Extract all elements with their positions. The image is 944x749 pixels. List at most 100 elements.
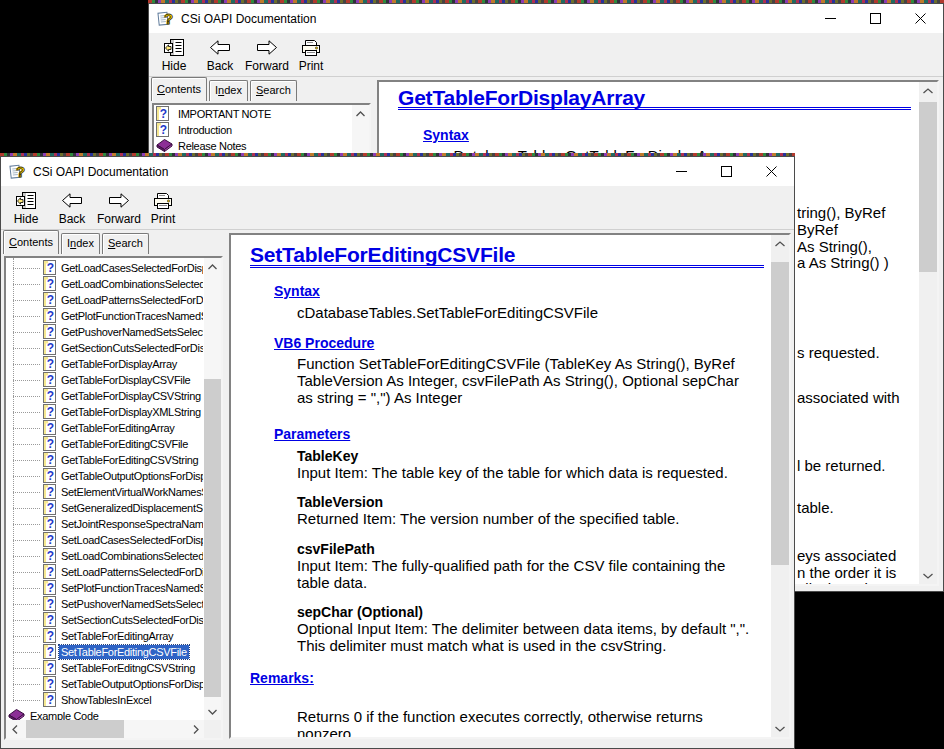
svg-text:?: ? bbox=[47, 693, 54, 707]
tree-vertical-scrollbar[interactable] bbox=[204, 258, 221, 720]
forward-button[interactable]: Forward bbox=[95, 186, 143, 229]
close-button[interactable] bbox=[898, 4, 943, 33]
scroll-up-icon[interactable] bbox=[204, 258, 221, 275]
back-button[interactable]: Back bbox=[49, 186, 95, 229]
tree-item[interactable]: ?SetTableForEditngCSVString bbox=[6, 660, 203, 676]
scroll-left-icon[interactable] bbox=[6, 720, 23, 738]
minimize-button[interactable] bbox=[659, 157, 704, 186]
tree-item[interactable]: ?SetSectionCutsSelectedForDisp bbox=[6, 612, 203, 628]
scroll-down-icon[interactable] bbox=[204, 703, 221, 720]
tree-connector bbox=[13, 700, 40, 701]
scrollbar-thumb[interactable] bbox=[204, 379, 221, 697]
doc-vertical-scrollbar[interactable] bbox=[771, 235, 789, 737]
tree-item[interactable]: ?GetSectionCutsSelectedForDisp bbox=[6, 340, 203, 356]
tree-connector bbox=[13, 604, 40, 605]
tree-item[interactable]: ?SetLoadCombinationsSelectedF bbox=[6, 548, 203, 564]
forward-button[interactable]: Forward bbox=[243, 33, 291, 76]
tree-item-label: GetTableForEditingArray bbox=[59, 421, 177, 435]
scrollbar-thumb[interactable] bbox=[771, 262, 789, 565]
tree-item[interactable]: ?Introduction bbox=[154, 122, 351, 138]
svg-text:?: ? bbox=[47, 645, 54, 659]
tab-index[interactable]: Index bbox=[209, 80, 248, 101]
tree-item-label: GetTableOutputOptionsForDispl bbox=[59, 469, 203, 483]
tree-item[interactable]: ?GetPlotFunctionTracesNamedS bbox=[6, 308, 203, 324]
tree-item[interactable]: ?GetLoadCombinationsSelectedF bbox=[6, 276, 203, 292]
tree-item[interactable]: Release Notes bbox=[154, 138, 351, 154]
doc-section-link[interactable]: Syntax bbox=[274, 283, 320, 299]
tree-item[interactable]: ?SetTableForEditingArray bbox=[6, 628, 203, 644]
scroll-up-icon[interactable] bbox=[771, 235, 789, 252]
scroll-right-icon[interactable] bbox=[187, 720, 204, 738]
doc-section-link[interactable]: Syntax bbox=[423, 127, 469, 143]
back-button[interactable]: Back bbox=[197, 33, 243, 76]
param-name: sepChar (Optional) bbox=[297, 604, 423, 620]
tree-item-label: GetPushoverNamedSetsSelecte bbox=[59, 325, 203, 339]
tree-item[interactable]: ?GetLoadPatternsSelectedForDis bbox=[6, 292, 203, 308]
tree-connector bbox=[13, 684, 40, 685]
scrollbar-thumb[interactable] bbox=[26, 720, 124, 738]
tree-item[interactable]: ?SetTableOutputOptionsForDispl bbox=[6, 676, 203, 692]
tree-item[interactable]: ?GetTableForEditingCSVFile bbox=[6, 436, 203, 452]
tree-item[interactable]: ?SetJointResponseSpectraName bbox=[6, 516, 203, 532]
tree-item[interactable]: ?GetTableForDisplayArray bbox=[6, 356, 203, 372]
tab-contents[interactable]: Contents bbox=[151, 77, 207, 101]
scroll-down-icon[interactable] bbox=[919, 567, 937, 584]
scrollbar-thumb[interactable] bbox=[919, 102, 937, 272]
title-bar[interactable]: ? CSi OAPI Documentation bbox=[149, 4, 943, 33]
tree-item[interactable]: ?ShowTablesInExcel bbox=[6, 692, 203, 708]
tree-item[interactable]: ?IMPORTANT NOTE bbox=[154, 106, 351, 122]
tree-item[interactable]: ?GetLoadCasesSelectedForDispl bbox=[6, 260, 203, 276]
doc-heading: SetTableForEditingCSVFile bbox=[250, 243, 515, 267]
maximize-button[interactable] bbox=[704, 157, 749, 186]
tree-item[interactable]: ?SetLoadPatternsSelectedForDis bbox=[6, 564, 203, 580]
scroll-up-icon[interactable] bbox=[352, 105, 369, 122]
tree-item-label: GetTableForEditingCSVString bbox=[59, 453, 200, 467]
svg-text:?: ? bbox=[47, 517, 54, 531]
clipped-doc-text: s requested. bbox=[797, 344, 880, 361]
maximize-button[interactable] bbox=[853, 4, 898, 33]
hide-button[interactable]: Hide bbox=[3, 186, 49, 229]
doc-section-link[interactable]: Parameters bbox=[274, 426, 350, 442]
tree-item[interactable]: ? GetTableForDisplayCSVString bbox=[6, 388, 203, 404]
doc-text: Returned Item: The version number of the… bbox=[297, 510, 679, 527]
tab-contents[interactable]: Contents bbox=[3, 230, 59, 254]
print-button[interactable]: Print bbox=[143, 186, 183, 229]
tree-item-label: SetTableOutputOptionsForDispl bbox=[59, 677, 203, 691]
tree-item[interactable]: ?GetTableForEditingCSVString bbox=[6, 452, 203, 468]
tree-connector bbox=[13, 396, 40, 397]
tree-item[interactable]: ?GetTableForDisplayXMLString bbox=[6, 404, 203, 420]
tab-search[interactable]: Search bbox=[102, 233, 149, 254]
svg-text:?: ? bbox=[47, 373, 54, 387]
doc-vertical-scrollbar[interactable] bbox=[919, 82, 937, 584]
back-arrow-icon bbox=[209, 37, 231, 58]
tree-item[interactable]: ?SetGeneralizedDisplacementSe bbox=[6, 500, 203, 516]
close-button[interactable] bbox=[749, 157, 794, 186]
svg-text:?: ? bbox=[47, 389, 54, 403]
tab-bar: Contents Index Search bbox=[3, 230, 151, 254]
tab-index[interactable]: Index bbox=[61, 233, 100, 254]
tree-item[interactable]: ?GetTableForEditingArray bbox=[6, 420, 203, 436]
minimize-button[interactable] bbox=[808, 4, 853, 33]
tree-item[interactable]: ?SetElementVirtualWorkNamesS bbox=[6, 484, 203, 500]
tree-item[interactable]: ?SetPushoverNamedSetsSelecte bbox=[6, 596, 203, 612]
title-bar[interactable]: ? CSi OAPI Documentation bbox=[1, 157, 794, 186]
print-button[interactable]: Print bbox=[291, 33, 331, 76]
hide-button[interactable]: Hide bbox=[151, 33, 197, 76]
tree-item[interactable]: ?SetTableForEditingCSVFile bbox=[6, 644, 203, 660]
doc-section-link[interactable]: Remarks: bbox=[250, 670, 314, 686]
heading-rule bbox=[250, 265, 764, 268]
scroll-down-icon[interactable] bbox=[771, 720, 789, 737]
tree-item[interactable]: ?GetTableForDisplayCSVFile bbox=[6, 372, 203, 388]
tree-item-label: SetPushoverNamedSetsSelecte bbox=[59, 597, 203, 611]
tab-search[interactable]: Search bbox=[250, 80, 297, 101]
tree-item[interactable]: ?SetLoadCasesSelectedForDispl bbox=[6, 532, 203, 548]
scroll-up-icon[interactable] bbox=[919, 82, 937, 99]
svg-text:?: ? bbox=[47, 437, 54, 451]
tree-item[interactable]: ?SetPlotFunctionTracesNamedS bbox=[6, 580, 203, 596]
tree-item-label: GetTableForDisplayCSVString bbox=[59, 389, 203, 403]
tree-horizontal-scrollbar[interactable] bbox=[6, 720, 204, 738]
help-app-icon: ? bbox=[9, 163, 27, 180]
tree-item[interactable]: ?GetTableOutputOptionsForDispl bbox=[6, 468, 203, 484]
doc-section-link[interactable]: VB6 Procedure bbox=[274, 335, 374, 351]
tree-item[interactable]: ?GetPushoverNamedSetsSelecte bbox=[6, 324, 203, 340]
